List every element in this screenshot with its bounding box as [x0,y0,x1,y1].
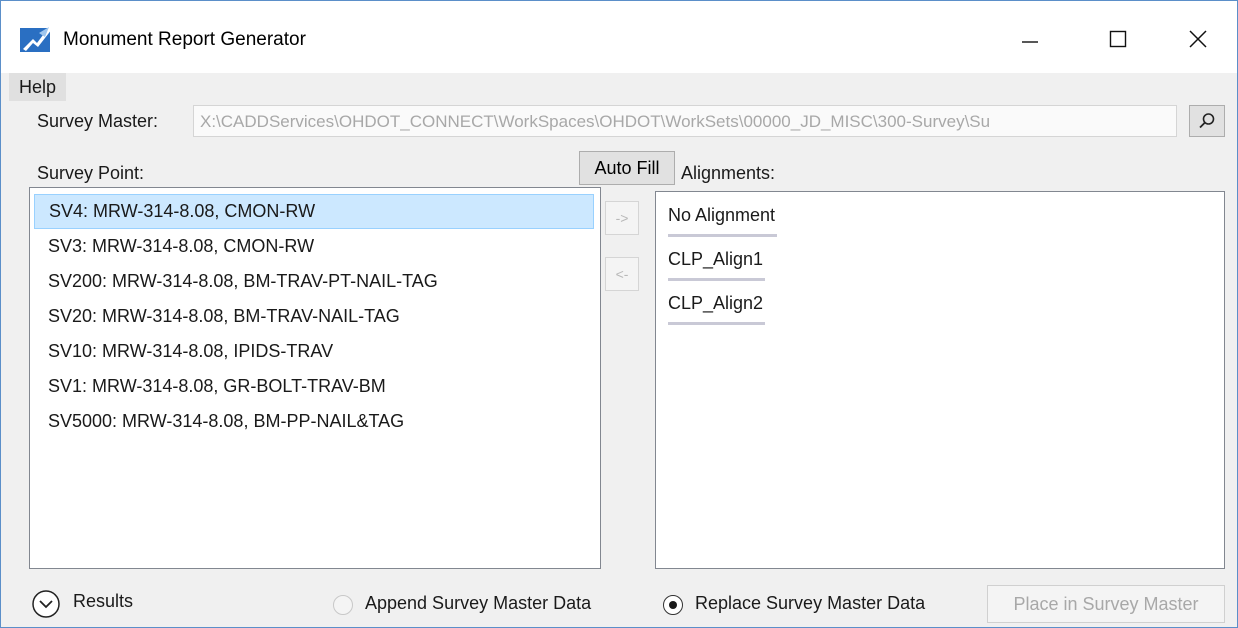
minimize-icon [1022,41,1038,43]
survey-point-item[interactable]: SV1: MRW-314-8.08, GR-BOLT-TRAV-BM [34,369,594,404]
survey-point-item[interactable]: SV5000: MRW-314-8.08, BM-PP-NAIL&TAG [34,404,594,439]
minimize-button[interactable] [1001,15,1059,63]
survey-point-list[interactable]: SV4: MRW-314-8.08, CMON-RW SV3: MRW-314-… [29,187,601,569]
alignments-list[interactable]: No Alignment CLP_Align1 CLP_Align2 [655,191,1225,569]
results-expand-icon[interactable] [31,589,61,619]
maximize-icon [1109,30,1127,48]
alignments-label: Alignments: [681,163,776,183]
monument-app-icon [20,27,52,52]
survey-point-item[interactable]: SV4: MRW-314-8.08, CMON-RW [34,194,594,229]
window-title: Monument Report Generator [63,29,306,50]
results-label[interactable]: Results [73,591,133,612]
monument-report-window: Monument Report Generator Help Survey Ma… [0,0,1238,628]
append-radio[interactable] [333,595,353,615]
alignment-item[interactable]: CLP_Align2 [668,288,766,325]
place-in-survey-master-button[interactable]: Place in Survey Master [987,585,1225,623]
title-bar[interactable]: Monument Report Generator [1,1,1237,73]
survey-master-browse-button[interactable] [1189,105,1225,137]
survey-point-item[interactable]: SV10: MRW-314-8.08, IPIDS-TRAV [34,334,594,369]
menu-bar [1,73,1237,101]
move-left-button[interactable]: <- [605,257,639,291]
move-right-button[interactable]: -> [605,201,639,235]
menu-help[interactable]: Help [9,73,67,101]
close-button[interactable] [1169,15,1227,63]
auto-fill-button[interactable]: Auto Fill [579,151,675,185]
survey-point-label: Survey Point: [37,163,145,183]
survey-point-item[interactable]: SV20: MRW-314-8.08, BM-TRAV-NAIL-TAG [34,299,594,334]
survey-master-path-input[interactable]: X:\CADDServices\OHDOT_CONNECT\WorkSpaces… [193,105,1177,137]
replace-radio[interactable] [663,595,683,615]
survey-point-item[interactable]: SV3: MRW-314-8.08, CMON-RW [34,229,594,264]
search-icon [1199,113,1215,129]
alignment-item[interactable]: No Alignment [668,200,778,237]
replace-radio-label[interactable]: Replace Survey Master Data [695,593,925,614]
close-icon [1189,30,1207,48]
maximize-button[interactable] [1089,15,1147,63]
survey-point-item[interactable]: SV200: MRW-314-8.08, BM-TRAV-PT-NAIL-TAG [34,264,594,299]
append-radio-label[interactable]: Append Survey Master Data [365,593,591,614]
survey-master-label: Survey Master: [37,111,159,131]
alignment-item[interactable]: CLP_Align1 [668,244,766,281]
